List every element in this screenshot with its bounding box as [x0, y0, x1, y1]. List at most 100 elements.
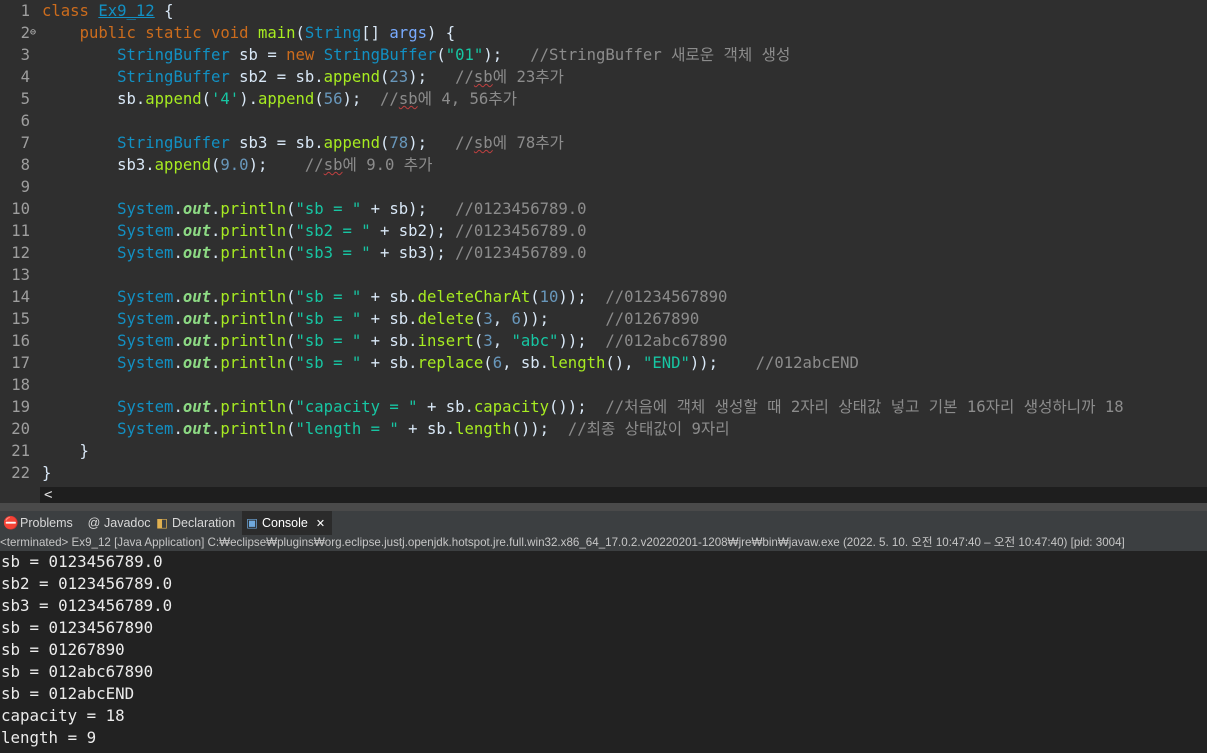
code-token: "sb2 = " — [295, 222, 371, 240]
code-token: + sb3); — [370, 244, 456, 262]
code-token: 에 78추가 — [492, 134, 564, 152]
code-token: "sb = " — [295, 200, 362, 218]
code-token: 6 — [511, 310, 521, 328]
code-token: ( — [380, 68, 390, 86]
code-token: ( — [286, 354, 296, 372]
code-token: sb = — [229, 46, 287, 64]
line-number: 12 — [11, 244, 30, 262]
code-token: "abc" — [511, 332, 559, 350]
code-token: main — [257, 24, 296, 42]
code-text: System.out.println("capacity = " + sb.ca… — [42, 396, 1124, 418]
code-token: StringBuffer — [117, 46, 230, 64]
code-token: System — [117, 244, 174, 262]
problems-icon: ⛔ — [3, 516, 19, 530]
code-token: ); — [483, 46, 531, 64]
code-token: ( — [436, 46, 446, 64]
code-token: , sb. — [502, 354, 550, 372]
code-token: out — [182, 244, 212, 262]
console-line: sb = 012abcEND — [1, 684, 135, 703]
tab-declaration[interactable]: ◧ Declaration — [152, 511, 240, 535]
code-text: public static void main(String[] args) { — [42, 22, 456, 44]
code-token: //012abc67890 — [605, 332, 728, 350]
code-token: . — [173, 288, 183, 306]
code-token: } — [42, 442, 89, 460]
code-token: "sb = " — [295, 310, 362, 328]
code-token: append — [323, 68, 381, 86]
code-token: println — [220, 200, 287, 218]
code-token: StringBuffer — [323, 46, 437, 64]
code-token: out — [182, 420, 212, 438]
code-token: ); — [342, 90, 381, 108]
line-number: 22 — [11, 464, 30, 482]
code-editor[interactable]: 1 class Ex9_12 {2 ⊖ public static void mai… — [0, 0, 1207, 490]
code-token: ( — [286, 288, 296, 306]
code-token: //0123456789.0 — [455, 244, 587, 262]
editor-horizontal-scrollbar[interactable]: < — [40, 487, 1207, 503]
code-token: String — [304, 24, 362, 42]
fold-toggle-icon[interactable]: ⊖ — [30, 22, 36, 44]
code-token: sb2 = sb. — [229, 68, 324, 86]
code-token: System — [117, 354, 174, 372]
code-token: System — [117, 310, 174, 328]
code-token: ( — [201, 90, 212, 108]
code-text: System.out.println("sb = " + sb.deleteCh… — [42, 286, 727, 308]
code-token: sb — [473, 134, 493, 152]
code-token: )); — [689, 354, 756, 372]
code-token: . — [173, 398, 183, 416]
code-token: // — [380, 90, 399, 108]
tab-problems[interactable]: ⛔ Problems — [0, 511, 82, 535]
code-token: //StringBuffer 새로운 객체 생성 — [530, 46, 791, 64]
code-token: //012abcEND — [755, 354, 859, 372]
code-token: StringBuffer — [117, 68, 230, 86]
code-token: ( — [295, 24, 305, 42]
code-token: 에 4, 56추가 — [417, 90, 517, 108]
tab-javadoc[interactable]: @ Javadoc — [84, 511, 151, 535]
code-token: . — [211, 310, 221, 328]
code-token: { — [154, 2, 174, 20]
code-token: 56 — [323, 90, 343, 108]
code-token: println — [220, 354, 287, 372]
code-token: deleteCharAt — [417, 288, 531, 306]
code-token: sb — [473, 68, 493, 86]
console-line: sb = 01267890 — [1, 640, 125, 659]
close-icon[interactable]: ✕ — [316, 518, 325, 530]
panel-splitter[interactable] — [0, 503, 1207, 511]
code-token: sb3. — [42, 156, 155, 174]
line-number: 6 — [20, 112, 30, 130]
code-token: ( — [286, 200, 296, 218]
code-token: . — [173, 310, 183, 328]
line-number: 13 — [11, 266, 30, 284]
code-token: 10 — [539, 288, 559, 306]
code-token: sb3 = sb. — [229, 134, 324, 152]
code-token: //0123456789.0 — [455, 200, 587, 218]
code-token: "01" — [445, 46, 484, 64]
line-number: 9 — [20, 178, 30, 196]
code-token: public static void — [79, 24, 258, 42]
code-token: //01267890 — [605, 310, 700, 328]
code-token: length — [549, 354, 606, 372]
tab-console[interactable]: ▣ Console ✕ — [242, 511, 332, 535]
code-token: append — [154, 156, 212, 174]
code-text: System.out.println("sb = " + sb.replace(… — [42, 352, 859, 374]
code-token: out — [182, 310, 212, 328]
line-number: 20 — [11, 420, 30, 438]
code-token: println — [220, 244, 287, 262]
code-text: sb3.append(9.0); //sb에 9.0 추가 — [42, 154, 432, 176]
code-text: sb.append('4').append(56); //sb에 4, 56추가 — [42, 88, 517, 110]
code-token: append — [323, 134, 381, 152]
code-token: sb — [398, 90, 418, 108]
code-token: . — [211, 398, 221, 416]
console-line: sb = 01234567890 — [1, 618, 154, 637]
scroll-left-icon[interactable]: < — [44, 487, 52, 503]
console-output[interactable]: sb = 0123456789.0 sb2 = 0123456789.0 sb3 =… — [0, 551, 1207, 753]
code-token: 에 23추가 — [492, 68, 564, 86]
code-token: ( — [483, 354, 493, 372]
code-token: // — [455, 68, 474, 86]
code-token: //최종 상태값이 9자리 — [567, 420, 730, 438]
code-text: System.out.println("sb = " + sb); //0123… — [42, 198, 587, 220]
